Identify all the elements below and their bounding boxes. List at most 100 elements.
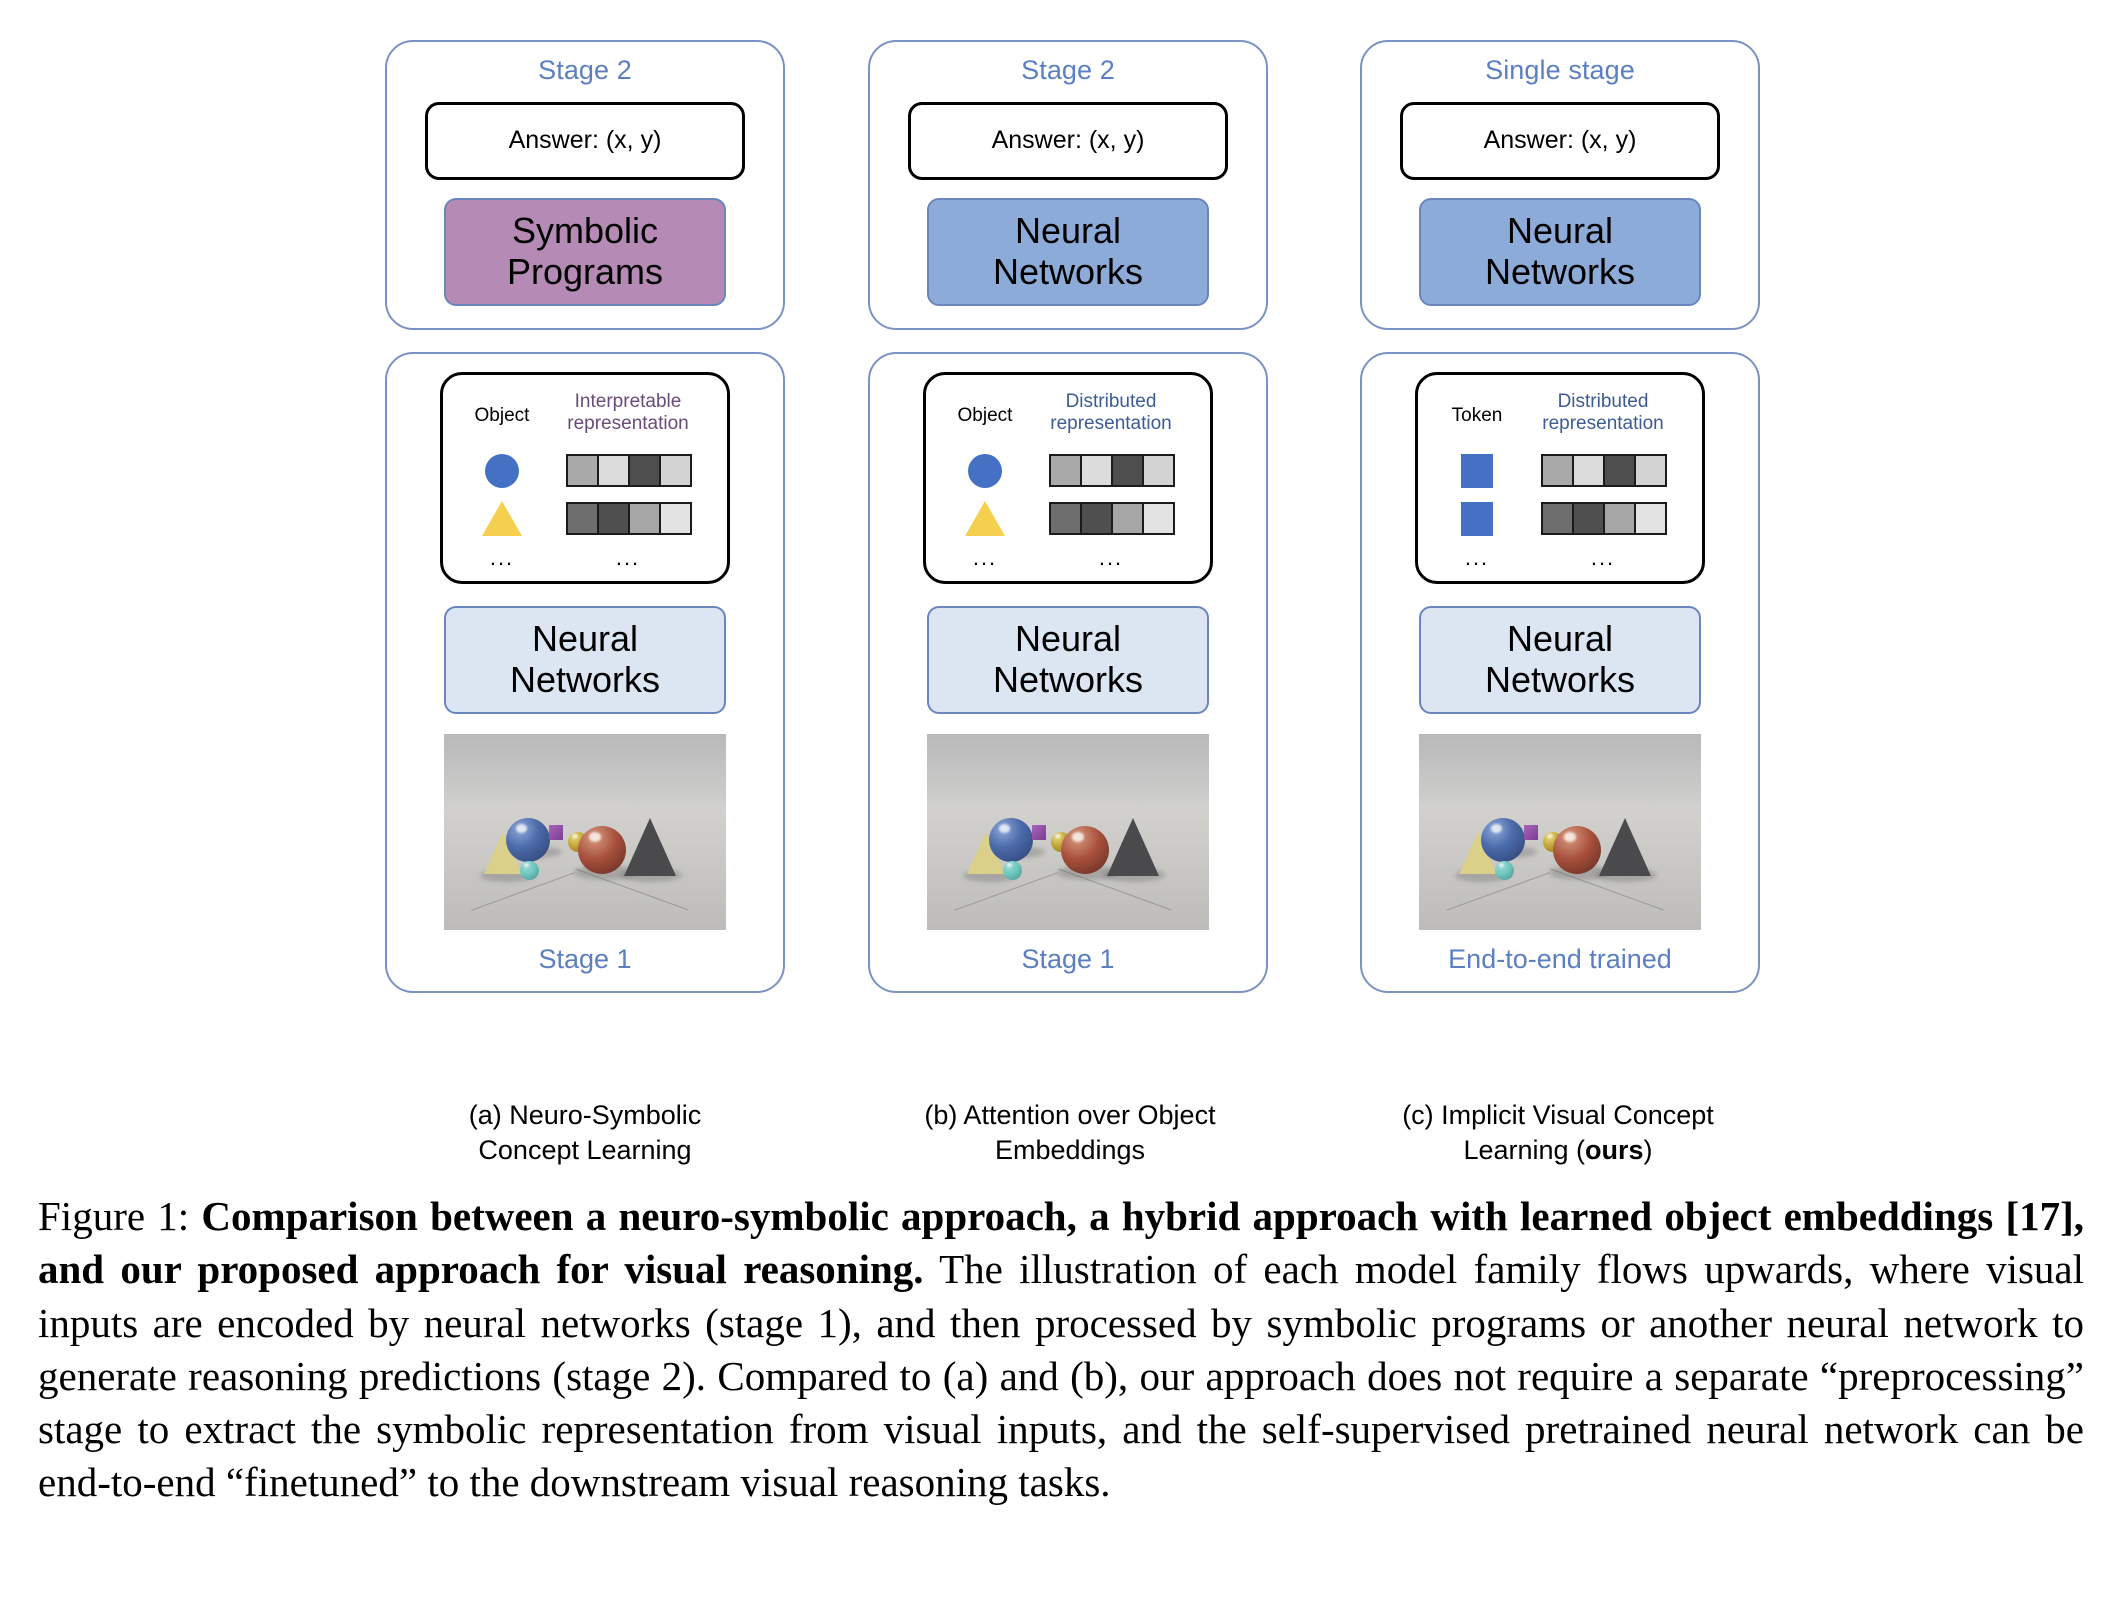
panel-c-token-1 <box>1434 453 1520 488</box>
panel-b-repr-row-1 <box>942 447 1194 495</box>
panel-c-single-stage-label: Single stage <box>1485 55 1635 85</box>
panel-a-object-1 <box>459 453 545 488</box>
panel-a-encoder-text: Neural Networks <box>510 619 660 700</box>
panel-b-object-column-header: Object <box>957 404 1013 426</box>
panel-b-neural-networks-box: Neural Networks <box>927 197 1209 306</box>
panel-b-cells-row-2 <box>1028 502 1194 536</box>
copper-metal-sphere <box>1061 825 1109 874</box>
figure-illustration: Stage 2 Answer: (x, y) Symbolic Programs… <box>0 0 2120 1185</box>
panel-b-answer-label: Answer: (x, y) <box>991 126 1145 155</box>
panel-b-subcaption-line2: Embeddings <box>994 1134 1146 1165</box>
panel-b-clevr-scene-image <box>927 733 1209 930</box>
purple-small-cube <box>1524 824 1538 840</box>
panel-a-ellipsis-row: ... ... <box>459 543 711 573</box>
figure-caption-label: Figure 1: <box>38 1193 190 1239</box>
panel-a-subcaption-line2: Concept Learning <box>478 1134 692 1165</box>
panel-b-stage1-box: Object Distributed representation ... ..… <box>868 351 1268 993</box>
repr-cell <box>659 502 692 536</box>
repr-cell <box>1142 454 1175 488</box>
repr-cell <box>597 454 630 488</box>
blue-metal-sphere <box>1481 817 1525 862</box>
panel-c-repr-row-2 <box>1434 495 1686 543</box>
panel-a-encoder-line1: Neural <box>531 618 639 660</box>
panel-a-repr-row-1 <box>459 447 711 495</box>
purple-small-cube <box>1032 824 1046 840</box>
panel-a-repr-header-line1: Interpretable <box>574 390 682 412</box>
panel-c-clevr-scene-image <box>1419 733 1701 930</box>
panel-a-subcaption-line1: (a) Neuro-Symbolic <box>468 1100 702 1130</box>
panel-a-stage1-label: Stage 1 <box>538 943 632 974</box>
panel-c-encoder-line2: Networks <box>1484 658 1636 700</box>
panel-a-cells-row-2 <box>545 502 711 536</box>
panel-b-object-ellipsis: ... <box>972 545 998 571</box>
panel-b-representation-card: Object Distributed representation ... ..… <box>923 371 1213 584</box>
panel-a: Stage 2 Answer: (x, y) Symbolic Programs… <box>385 40 785 993</box>
copper-metal-sphere <box>1553 825 1601 874</box>
panel-b-subcaption: (b) Attention over Object Embeddings <box>860 1098 1280 1167</box>
panel-b-encoder-box: Neural Networks <box>927 605 1209 714</box>
panel-b-stage1-label: Stage 1 <box>1021 943 1115 974</box>
repr-cell <box>1049 502 1082 536</box>
panel-b-representation-header: Object Distributed representation <box>942 391 1194 447</box>
panel-c-encoder-text: Neural Networks <box>1485 619 1635 700</box>
panel-a-processor-line2: Programs <box>506 250 664 292</box>
repr-cell <box>628 454 661 488</box>
panel-c-repr-row-1 <box>1434 447 1686 495</box>
panel-b-representation-column-header: Distributed representation <box>1028 391 1194 435</box>
panel-a-repr-ellipsis: ... <box>615 545 641 571</box>
yellow-triangle-icon <box>965 501 1005 537</box>
panel-a-processor-line1: Symbolic <box>511 210 659 252</box>
panel-c-processor-line2: Networks <box>1484 250 1636 292</box>
panel-a-clevr-scene-image <box>444 733 726 930</box>
panel-a-repr-row-2 <box>459 495 711 543</box>
blue-circle-icon <box>968 453 1002 488</box>
panel-b-repr-ellipsis: ... <box>1098 545 1124 571</box>
repr-cell <box>1572 454 1605 488</box>
repr-cell <box>1572 502 1605 536</box>
panel-c-subcaption: (c) Implicit Visual Concept Learning (ou… <box>1348 1098 1768 1167</box>
panel-c-end-to-end-label: End-to-end trained <box>1448 943 1672 974</box>
panel-b-repr-row-2 <box>942 495 1194 543</box>
repr-cell <box>597 502 630 536</box>
panel-a-object-column-header: Object <box>474 404 530 426</box>
panel-c-token-column-header: Token <box>1451 404 1503 426</box>
panel-c-repr-ellipsis: ... <box>1590 545 1616 571</box>
repr-cell <box>1080 502 1113 536</box>
panel-c-cells-row-1 <box>1520 454 1686 488</box>
panel-b-stage2-box: Stage 2 Answer: (x, y) Neural Networks <box>868 40 1268 330</box>
repr-cell <box>1049 454 1082 488</box>
panel-b-subcaption-line1: (b) Attention over Object <box>924 1100 1216 1130</box>
panel-b-cells-row-1 <box>1028 454 1194 488</box>
panel-c-subcaption-line2: Learning ( <box>1463 1134 1586 1165</box>
gray-metal-cone <box>1599 817 1651 876</box>
panel-b-stage2-label: Stage 2 <box>1021 55 1115 85</box>
panel-c-repr-header-line1: Distributed <box>1557 390 1649 412</box>
panel-a-stage2-label: Stage 2 <box>538 55 632 85</box>
blue-metal-sphere <box>989 817 1033 862</box>
repr-cell <box>1080 454 1113 488</box>
panel-b-answer-box: Answer: (x, y) <box>908 101 1228 180</box>
panel-b-repr-header-line1: Distributed <box>1065 390 1157 412</box>
repr-cell <box>1541 454 1574 488</box>
panel-a-answer-box: Answer: (x, y) <box>425 101 745 180</box>
panel-a-object-2 <box>459 501 545 537</box>
panel-c: Single stage Answer: (x, y) Neural Netwo… <box>1360 40 1760 993</box>
panel-b-repr-header-line2: representation <box>1050 412 1172 434</box>
panel-b-processor-text: Neural Networks <box>993 211 1143 292</box>
repr-cell <box>628 502 661 536</box>
panel-c-subcaption-line2-end: ) <box>1643 1134 1653 1165</box>
panel-b-object-1 <box>942 453 1028 488</box>
repr-cell <box>1603 502 1636 536</box>
panel-b-encoder-line1: Neural <box>1014 618 1122 660</box>
panel-a-representation-column-header: Interpretable representation <box>545 391 711 435</box>
panel-b-object-2 <box>942 501 1028 537</box>
gray-metal-cone <box>1107 817 1159 876</box>
blue-metal-sphere <box>506 817 550 862</box>
panel-c-answer-box: Answer: (x, y) <box>1400 101 1720 180</box>
panel-c-subcaption-ours: ours <box>1585 1134 1644 1165</box>
panel-a-processor-text: Symbolic Programs <box>507 211 663 292</box>
blue-square-token-icon <box>1461 453 1493 488</box>
panel-c-token-ellipsis: ... <box>1464 545 1490 571</box>
repr-cell <box>1142 502 1175 536</box>
panel-a-representation-card: Object Interpretable representation ... … <box>440 371 730 584</box>
